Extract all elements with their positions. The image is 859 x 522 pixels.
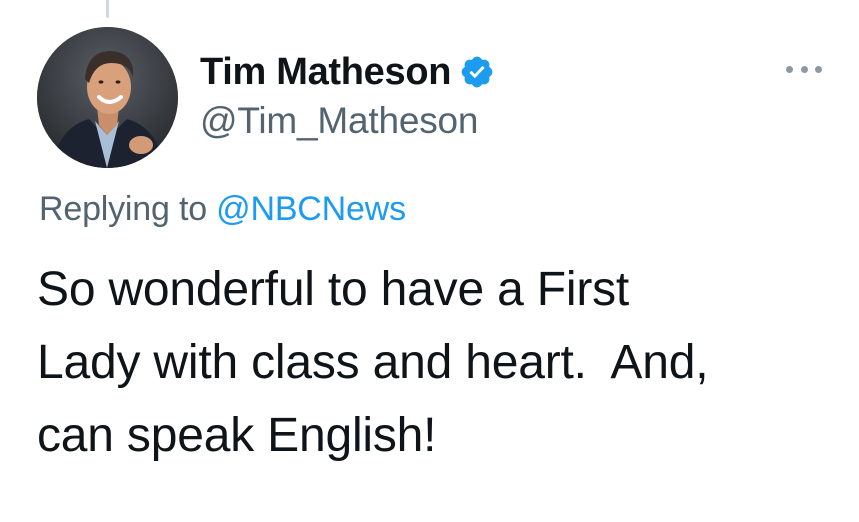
reply-mention-link[interactable]: @NBCNews bbox=[216, 190, 406, 228]
reply-context: Replying to @NBCNews bbox=[39, 190, 406, 229]
thread-connector-line bbox=[106, 0, 109, 18]
author-display-name[interactable]: Tim Matheson bbox=[200, 51, 451, 94]
more-options-icon[interactable] bbox=[786, 62, 822, 76]
tweet-text-line: So wonderful to have a First bbox=[37, 263, 630, 316]
more-dot-1 bbox=[786, 65, 793, 73]
author-handle[interactable]: @Tim_Matheson bbox=[200, 100, 478, 142]
avatar[interactable] bbox=[37, 27, 178, 168]
more-dot-3 bbox=[815, 65, 822, 73]
more-dot-2 bbox=[800, 65, 808, 73]
tweet-text-line: can speak English! bbox=[37, 409, 437, 462]
tweet-text-line: Lady with class and heart. And, bbox=[37, 336, 709, 389]
reply-prefix: Replying to bbox=[39, 190, 207, 228]
tweet-text: So wonderful to have a First Lady with c… bbox=[37, 253, 837, 472]
avatar-photo-icon bbox=[37, 27, 178, 168]
verified-badge-icon bbox=[459, 54, 495, 90]
author-name-row: Tim Matheson bbox=[200, 50, 495, 94]
